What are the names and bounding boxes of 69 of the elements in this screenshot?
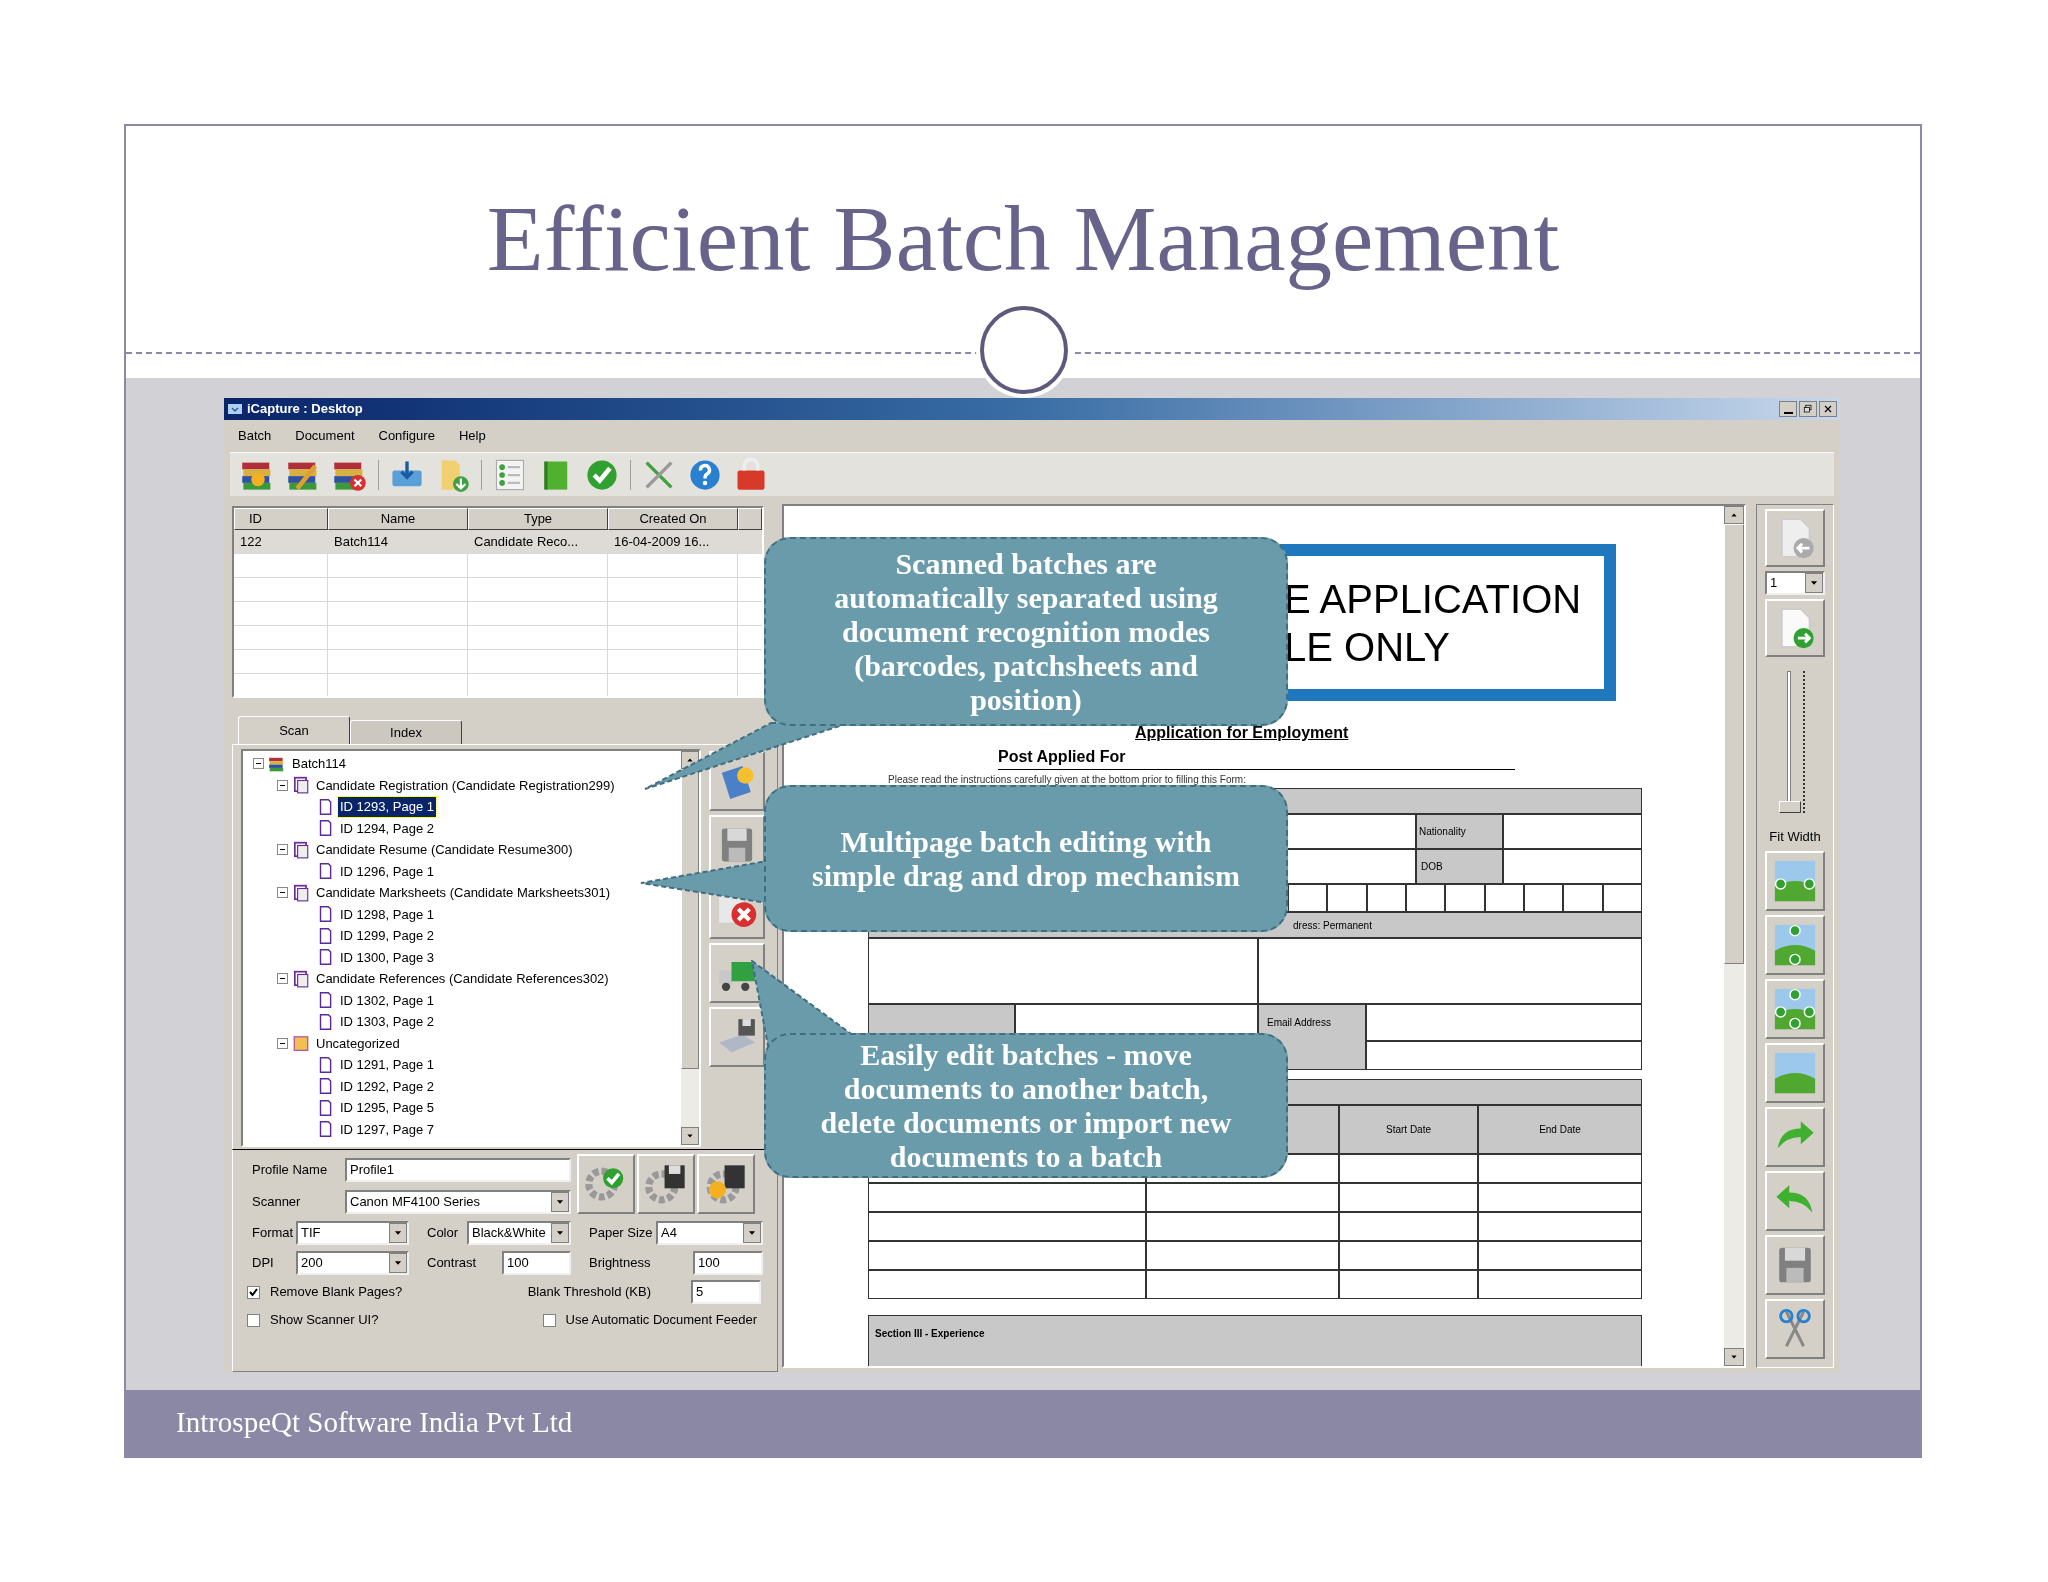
tree-item[interactable]: ID 1295, Page 5 [338, 1098, 436, 1118]
field-label: Format [252, 1224, 295, 1243]
menu-item[interactable]: Help [458, 426, 486, 446]
tree-item[interactable]: ID 1293, Page 1 [338, 797, 436, 817]
slide-title: Efficient Batch Management [486, 186, 1560, 293]
menu-item[interactable]: Configure [378, 426, 435, 446]
menu-item[interactable]: Document [295, 426, 355, 446]
form-title: Application for Employment [1135, 723, 1349, 743]
table-cell-text: Batch114 [333, 532, 389, 551]
checkbox-label: Show Scanner UI? [270, 1311, 379, 1330]
table-cell-text: Candidate Reco... [473, 532, 580, 551]
input-field[interactable]: Profile1 [345, 1158, 571, 1182]
field-label: Profile Name [252, 1161, 329, 1180]
field-label: Scanner [252, 1193, 302, 1212]
field-label: DPI [252, 1254, 275, 1273]
tree-item[interactable]: ID 1299, Page 2 [338, 926, 436, 946]
form-label: DOB [1416, 849, 1503, 884]
dropdown[interactable]: A4 [656, 1221, 763, 1245]
tree-item[interactable]: ID 1297, Page 7 [338, 1119, 436, 1139]
table-cell-text: 122 [239, 532, 263, 551]
tree-item[interactable]: ID 1294, Page 2 [338, 818, 436, 838]
fit-width-label: Fit Width [1769, 828, 1821, 846]
window-title: iCapture : Desktop [247, 400, 363, 419]
column-label: Start Date [1339, 1105, 1478, 1154]
dropdown[interactable]: 200 [296, 1251, 409, 1275]
tree-item[interactable]: ID 1298, Page 1 [338, 904, 436, 924]
column-header[interactable]: ID [234, 508, 328, 530]
tree-item[interactable]: ID 1292, Page 2 [338, 1076, 436, 1096]
tab[interactable]: Scan [238, 716, 350, 744]
tree-item[interactable]: Candidate References (Candidate References302) [314, 969, 611, 989]
tab[interactable]: Index [350, 720, 462, 744]
checkbox-label: Use Automatic Document Feeder [565, 1311, 757, 1330]
field-label: Contrast [427, 1254, 478, 1273]
column-header[interactable]: Created On [608, 508, 738, 530]
tree-item[interactable]: Candidate Registration (Candidate Registration299) [314, 775, 617, 795]
section-heading: Section III - Experience [875, 1328, 985, 1339]
field-label: Paper Size [589, 1224, 654, 1243]
dropdown[interactable]: TIF [296, 1221, 409, 1245]
field-label: Brightness [589, 1254, 652, 1273]
column-label: End Date [1478, 1105, 1642, 1154]
form-label: Post Applied For [998, 748, 1126, 765]
tree-item[interactable]: ID 1291, Page 1 [338, 1055, 436, 1075]
form-label: dress: Permanent [1293, 918, 1372, 933]
field-label: Blank Threshold (KB) [527, 1283, 651, 1302]
dropdown[interactable]: Canon MF4100 Series [345, 1190, 571, 1214]
table-cell-text: 16-04-2009 16... [613, 532, 711, 551]
page-dropdown[interactable]: 1 [1765, 571, 1825, 595]
tree-item[interactable]: ID 1296, Page 1 [338, 861, 436, 881]
input-field[interactable]: 100 [502, 1251, 571, 1275]
column-header[interactable]: Name [328, 508, 468, 530]
tree-item[interactable]: ID 1300, Page 3 [338, 947, 436, 967]
tree-item[interactable]: ID 1303, Page 2 [338, 1012, 436, 1032]
tree-item[interactable]: Batch114 [290, 754, 348, 774]
table-row[interactable]: 122 Batch114 Candidate Reco... 16-04-2009 16... [234, 530, 762, 554]
tree-item[interactable]: Candidate Resume (Candidate Resume300) [314, 840, 575, 860]
callout-tooltip: Scanned batches are automatically separated using document recognition modes (barcodes, patchsheets and position) [764, 537, 1288, 726]
input-field[interactable]: 100 [693, 1251, 763, 1275]
form-instructions: Please read the instructions carefully given at the bottom prior to filling this Form: [888, 772, 1246, 787]
menu-item[interactable]: Batch [238, 426, 272, 446]
tree-item[interactable]: Uncategorized [314, 1033, 402, 1053]
slide-footer: IntrospeQt Software India Pvt Ltd [176, 1401, 573, 1445]
field-label: Color [427, 1224, 460, 1243]
tree-item[interactable]: ID 1302, Page 1 [338, 990, 436, 1010]
dropdown[interactable]: Black&White [467, 1221, 571, 1245]
form-label: Nationality [1416, 814, 1503, 849]
column-header[interactable]: Type [468, 508, 608, 530]
input-field[interactable]: 5 [691, 1280, 761, 1304]
checkbox-label: Remove Blank Pages? [270, 1283, 403, 1302]
tree-item[interactable]: Candidate Marksheets (Candidate Marksheets301) [314, 883, 613, 903]
